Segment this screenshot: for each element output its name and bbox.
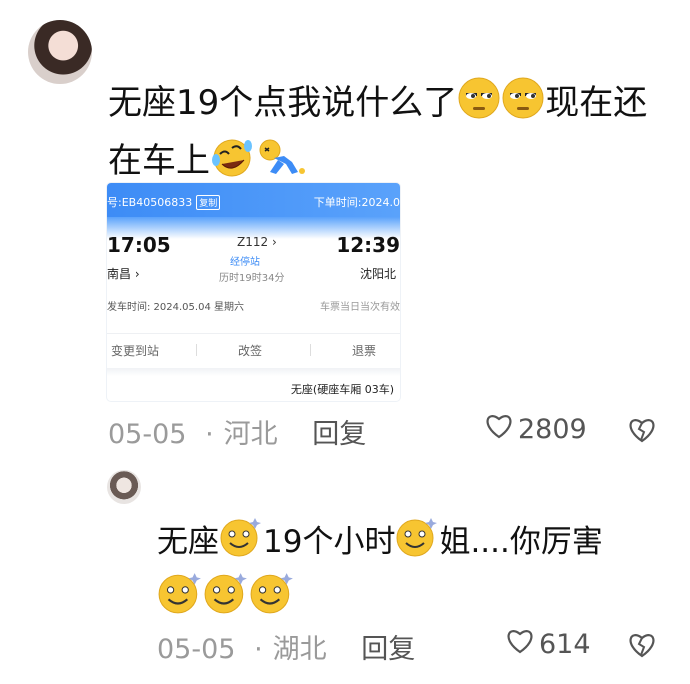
seat-info: 无座(硬座车厢 03车) [290,383,394,396]
refund-button[interactable]: 退票 [352,342,376,359]
comment-location: 河北 [223,419,278,450]
via-stations-link[interactable]: 经停站 [230,253,260,268]
comment-date: 05-05 [108,419,187,450]
duration: 历时19时34分 [219,273,285,284]
comment-text-part: 无座 [157,524,219,560]
like-count: 614 [539,629,591,660]
heart-icon [505,627,535,662]
change-destination-button[interactable]: 变更到站 [111,342,159,359]
like-count: 2809 [518,414,587,445]
reply-button[interactable]: 回复 [312,419,366,450]
collapsed-emoji-icon [256,138,306,178]
like-button[interactable]: 2809 [484,412,587,447]
validity-note: 车票当日当次有效 [320,302,400,313]
reply-button[interactable]: 回复 [361,634,415,665]
comment-text-part: 姐....你厉害 [439,524,603,560]
dizzy-smile-emoji-icon [249,569,295,615]
train-number[interactable]: Z112 › [237,235,277,249]
comment-text: 无座 19个小时 姐....你厉害 [157,514,677,626]
comment-text-part: 19个小时 [263,524,396,560]
dislike-heart-icon[interactable] [627,631,657,663]
unamused-emoji-icon [501,76,545,120]
unamused-emoji-icon [457,76,501,120]
rebook-button[interactable]: 改签 [238,342,262,359]
depart-station[interactable]: 南昌 › [107,265,140,282]
comment-meta: 05-05 · 河北 回复 [108,412,366,451]
arrive-station: 沈阳北 [359,267,396,281]
dizzy-smile-emoji-icon [219,514,263,558]
arrive-time: 12:39 [336,233,400,257]
heart-icon [484,412,514,447]
dot-separator: · [205,419,214,450]
order-number: 号:EB40506833 复制 [107,194,221,210]
comment-text-part: 无座19个点我说什么了 [108,83,458,123]
depart-date: 发车时间: 2024.05.04 星期六 [107,302,244,313]
avatar[interactable] [107,470,141,504]
dizzy-smile-emoji-icon [395,514,439,558]
comment-location: 湖北 [272,634,327,665]
avatar[interactable] [28,20,92,84]
copy-button[interactable]: 复制 [196,195,221,210]
comment-text: 无座19个点我说什么了 现在还在车上 [108,74,668,190]
dizzy-smile-emoji-icon [157,569,203,615]
dizzy-smile-emoji-icon [203,569,249,615]
ticket-screenshot: 号:EB40506833 复制 下单时间:2024.0 17:05 南昌 › Z1… [107,183,400,401]
like-button[interactable]: 614 [505,627,591,662]
dot-separator: · [254,634,263,665]
comment-meta: 05-05 · 湖北 回复 [157,627,415,666]
order-time: 下单时间:2024.0 [313,196,400,209]
rofl-emoji-icon [210,134,256,178]
depart-time: 17:05 [107,233,171,257]
comment-date: 05-05 [157,634,236,665]
dislike-heart-icon[interactable] [627,416,657,448]
